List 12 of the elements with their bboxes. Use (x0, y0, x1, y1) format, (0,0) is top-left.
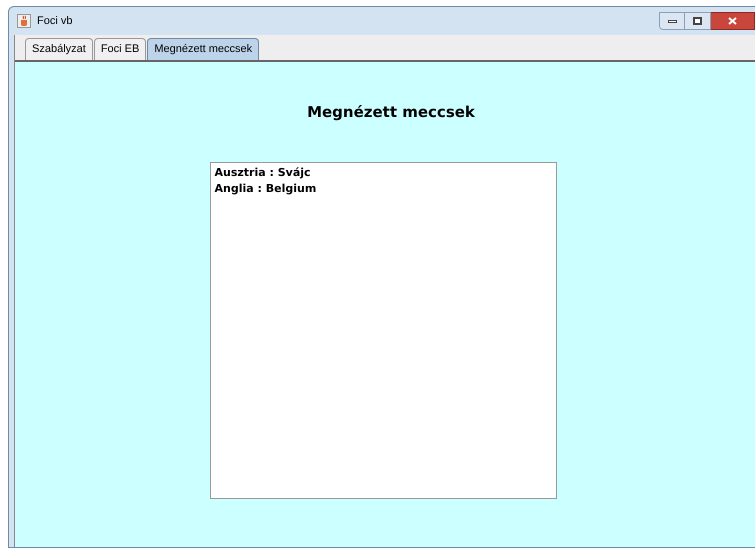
tab[interactable]: Megnézett meccsek (147, 38, 260, 60)
list-item[interactable]: Anglia : Belgium (214, 180, 552, 196)
list-item[interactable]: Ausztria : Svájc (214, 164, 552, 180)
maximize-button[interactable] (685, 12, 711, 30)
section-heading: Megnézett meccsek (307, 102, 475, 123)
tab[interactable]: Foci EB (94, 38, 146, 60)
window-title: Foci vb (37, 14, 72, 29)
close-icon (728, 17, 737, 25)
tab[interactable]: Szabályzat (25, 38, 93, 60)
coffee-cup-icon (17, 14, 31, 28)
minimize-button[interactable] (659, 12, 685, 30)
close-button[interactable] (711, 12, 755, 30)
